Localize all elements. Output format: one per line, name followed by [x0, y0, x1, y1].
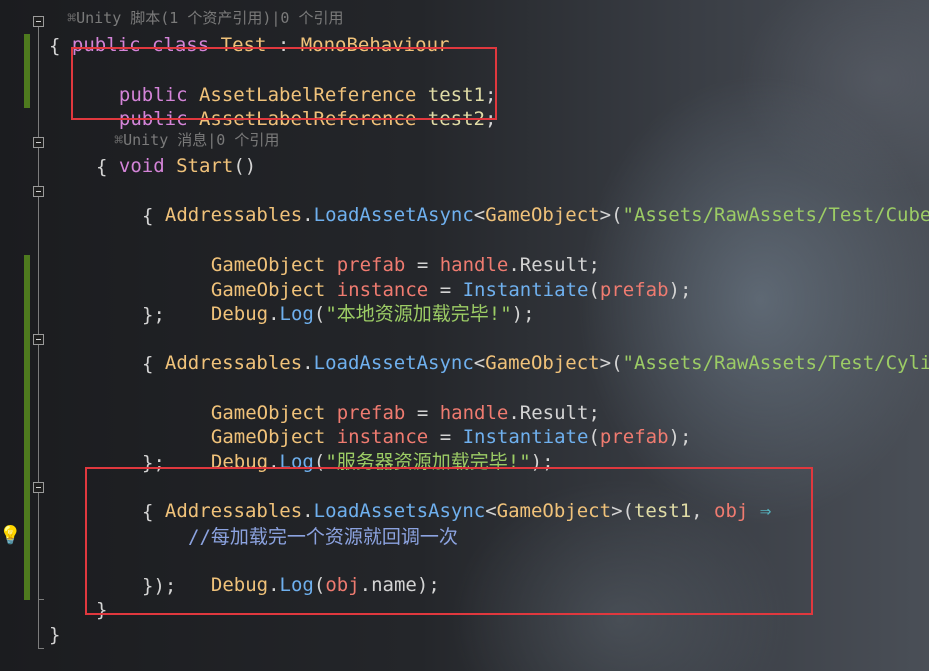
- code-line-start-signature[interactable]: void Start(): [96, 130, 256, 177]
- editor-gutter: 💡: [0, 0, 48, 671]
- change-indicator-bar: [24, 255, 30, 600]
- code-line-class-brace-open[interactable]: {: [49, 34, 60, 58]
- highlight-box-fields: [71, 47, 497, 120]
- indent-guide-end: [38, 599, 44, 600]
- code-line-load-asset-cylinder[interactable]: Addressables.LoadAssetAsync<GameObject>(…: [142, 327, 929, 374]
- lightbulb-icon[interactable]: 💡: [0, 525, 21, 547]
- codelens-class-references[interactable]: ⌘Unity 脚本(1 个资产引用)|0 个引用: [49, 0, 343, 27]
- code-line-lambda1-log[interactable]: Debug.Log("本地资源加载完毕!");: [188, 278, 535, 325]
- code-line-lambda2-prefab[interactable]: GameObject prefab = handle.Result;: [188, 377, 600, 424]
- indent-guide-end: [38, 648, 44, 649]
- code-line-class-brace-close[interactable]: }: [49, 623, 60, 647]
- fold-toggle-load2[interactable]: [33, 334, 44, 345]
- highlight-box-load-by-label: [85, 467, 813, 615]
- code-line-lambda1-close[interactable]: };: [142, 303, 165, 327]
- code-line-load-asset-cube[interactable]: Addressables.LoadAssetAsync<GameObject>(…: [142, 179, 929, 226]
- fold-toggle-load3[interactable]: [33, 482, 44, 493]
- code-line-lambda1-prefab[interactable]: GameObject prefab = handle.Result;: [188, 229, 600, 276]
- code-line-class-declaration[interactable]: public class Test : MonoBehaviour: [49, 9, 450, 56]
- code-line-lambda2-open[interactable]: {: [142, 352, 153, 376]
- fold-toggle-load1[interactable]: [33, 186, 44, 197]
- code-line-lambda1-open[interactable]: {: [142, 204, 153, 228]
- code-line-lambda1-instance[interactable]: GameObject instance = Instantiate(prefab…: [188, 254, 692, 301]
- code-line-lambda2-log[interactable]: Debug.Log("服务器资源加载完毕!");: [188, 426, 554, 473]
- fold-toggle-class[interactable]: [33, 16, 44, 27]
- code-line-method-brace-open[interactable]: {: [96, 155, 107, 179]
- fold-toggle-start[interactable]: [33, 137, 44, 148]
- code-line-lambda2-instance[interactable]: GameObject instance = Instantiate(prefab…: [188, 401, 692, 448]
- change-indicator-bar: [24, 34, 30, 108]
